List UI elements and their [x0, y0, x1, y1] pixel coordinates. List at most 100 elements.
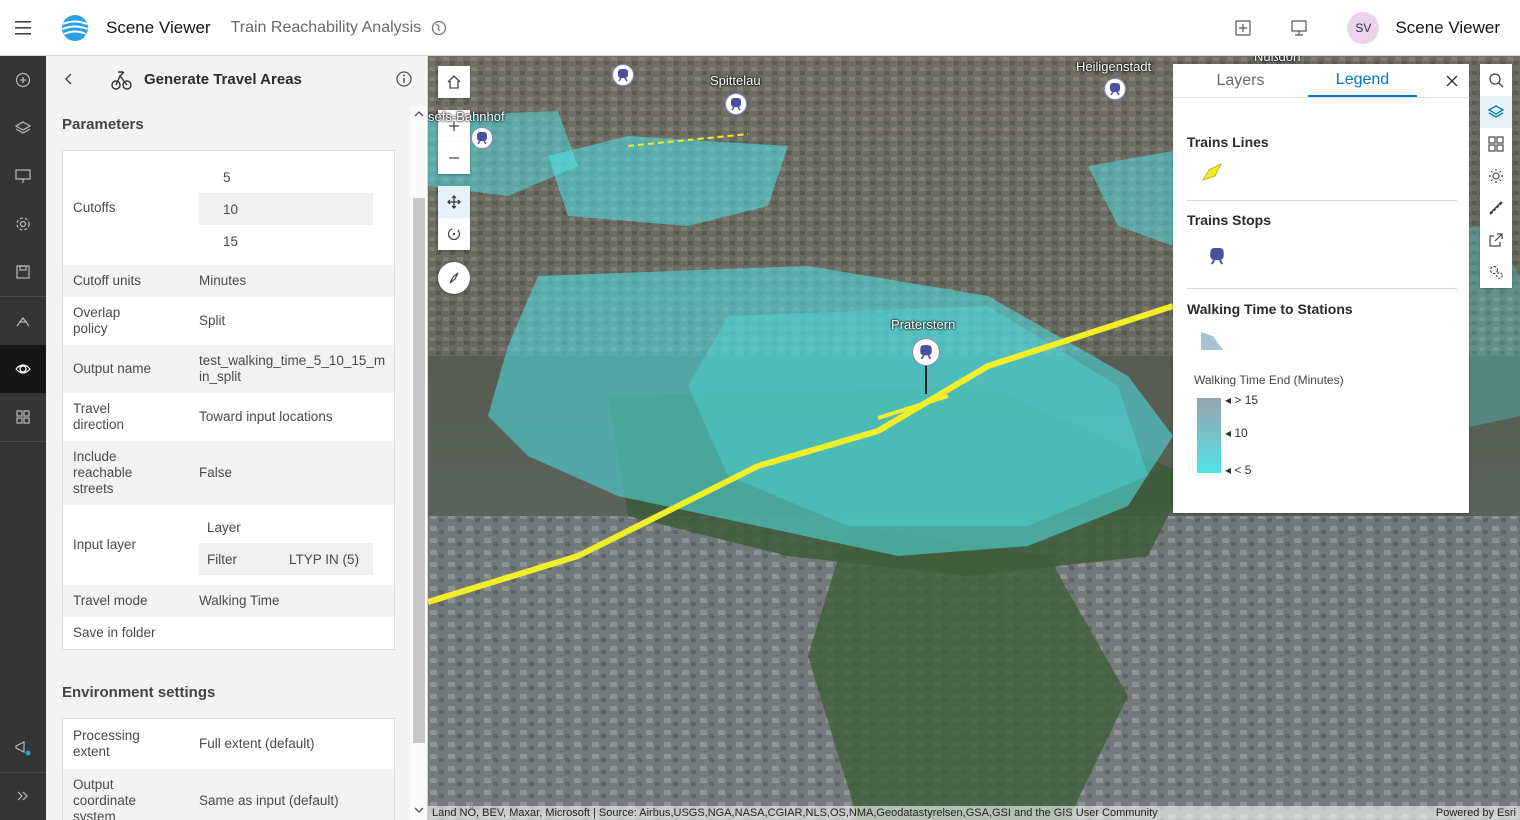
chevron-up-icon[interactable]: [414, 110, 424, 118]
parameters-table: Cutoffs 5 10 15 Cutoff units Minutes Ove…: [62, 150, 395, 650]
color-ramp: [1197, 398, 1221, 473]
hamburger-icon: [15, 21, 31, 35]
legend-title-walking-time: Walking Time to Stations: [1187, 301, 1353, 317]
ramp-label: ◂ < 5: [1225, 463, 1251, 477]
station-label: Praterstern: [891, 317, 955, 332]
minus-icon: [448, 152, 460, 164]
param-value: Split: [199, 297, 394, 345]
param-row-cutoffs: Cutoffs 5 10 15: [63, 151, 394, 265]
cutoff-item[interactable]: 15: [199, 225, 394, 257]
param-label: Travel direction: [63, 393, 199, 441]
param-label: Overlap policy: [63, 297, 199, 345]
action-announcements[interactable]: [0, 724, 46, 772]
basemap-button[interactable]: [1480, 128, 1512, 160]
settings-button[interactable]: [1480, 256, 1512, 288]
legend-title-train-lines: Trains Lines: [1187, 134, 1269, 150]
back-button[interactable]: [46, 56, 92, 102]
panel-scrollbar[interactable]: [410, 106, 428, 820]
train-icon: [919, 344, 933, 360]
daylight-button[interactable]: [1480, 160, 1512, 192]
input-layer-name: Layer: [199, 511, 394, 543]
action-layers[interactable]: [0, 104, 46, 152]
measure-button[interactable]: [1480, 192, 1512, 224]
tab-legend[interactable]: Legend: [1308, 64, 1417, 97]
layers-icon: [15, 120, 31, 136]
action-add[interactable]: [0, 56, 46, 104]
info-icon[interactable]: [395, 70, 413, 88]
ramp-label: ◂ 10: [1225, 426, 1248, 440]
rotate-icon: [446, 226, 462, 242]
input-layer-group: Layer Filter LTYP IN (5): [199, 505, 394, 585]
polygon-symbol-icon: [1199, 328, 1225, 352]
user-name[interactable]: Scene Viewer: [1395, 18, 1500, 38]
action-measure[interactable]: [0, 297, 46, 345]
presentation-icon: [15, 168, 31, 184]
train-stop-marker[interactable]: [912, 338, 940, 366]
share-button[interactable]: [1480, 224, 1512, 256]
train-stop-marker[interactable]: [471, 127, 493, 149]
megaphone-icon: [14, 739, 32, 757]
cutoff-item[interactable]: 10: [199, 193, 373, 225]
station-label: Nußdorf: [1254, 56, 1301, 64]
plus-circle-icon: [15, 72, 31, 88]
user-avatar[interactable]: SV: [1347, 12, 1379, 44]
zoom-out-button[interactable]: [438, 142, 470, 174]
action-slides[interactable]: [0, 152, 46, 200]
train-icon: [617, 68, 629, 82]
gears-icon: [1488, 264, 1504, 280]
param-label: Save in folder: [63, 617, 263, 649]
station-label: sefs-Bahnhof: [428, 109, 505, 124]
action-save[interactable]: [0, 248, 46, 296]
analysis-icon: [15, 313, 31, 329]
presentation-button[interactable]: [1285, 14, 1313, 42]
param-row-input-layer: Input layer Layer Filter LTYP IN (5): [63, 505, 394, 585]
filter-row: Filter LTYP IN (5): [199, 543, 373, 575]
map-attribution: Land NÖ, BEV, Maxar, Microsoft | Source:…: [428, 806, 1520, 820]
travel-areas-icon: [14, 360, 32, 378]
menu-button[interactable]: [0, 0, 46, 56]
train-line-symbol-icon: [1199, 160, 1225, 184]
cutoff-item[interactable]: 5: [199, 161, 394, 193]
train-icon: [1209, 246, 1225, 266]
ruler-icon: [1488, 200, 1504, 216]
param-label: Output name: [63, 345, 199, 393]
param-label: Processing extent: [63, 719, 199, 769]
parameters-heading: Parameters: [46, 116, 427, 138]
train-stop-marker[interactable]: [1104, 78, 1126, 100]
rotate-button[interactable]: [438, 218, 470, 250]
add-button[interactable]: [1229, 14, 1257, 42]
globe-icon[interactable]: [431, 20, 447, 36]
ramp-label: ◂ > 15: [1225, 393, 1258, 407]
expand-button[interactable]: [0, 772, 46, 820]
pan-button[interactable]: [438, 186, 470, 218]
environment-heading: Environment settings: [46, 684, 427, 706]
layers-legend-button[interactable]: [1480, 96, 1512, 128]
panel-header: Generate Travel Areas: [46, 56, 427, 102]
param-row-save-folder: Save in folder: [63, 617, 394, 649]
action-settings[interactable]: [0, 200, 46, 248]
param-value: Full extent (default): [199, 719, 394, 769]
attribution-text: Land NÖ, BEV, Maxar, Microsoft | Source:…: [432, 807, 1158, 819]
train-icon: [730, 97, 742, 111]
action-analysis[interactable]: [0, 345, 46, 393]
param-row-include-streets: Include reachable streets False: [63, 441, 394, 505]
share-icon: [1488, 232, 1504, 248]
scroll-thumb[interactable]: [413, 198, 425, 743]
powered-by[interactable]: Powered by Esri: [1436, 806, 1516, 820]
action-apps[interactable]: [0, 393, 46, 441]
compass-button[interactable]: [438, 262, 470, 294]
home-button[interactable]: [438, 66, 470, 98]
compass-icon: [446, 270, 462, 286]
train-stop-marker[interactable]: [725, 93, 747, 115]
param-value: False: [199, 441, 394, 505]
param-label: Input layer: [63, 505, 199, 585]
train-stop-marker[interactable]: [612, 64, 634, 86]
station-label: Spittelau: [710, 73, 761, 88]
search-button[interactable]: [1480, 64, 1512, 96]
right-action-strip: [1480, 64, 1512, 288]
close-icon[interactable]: [1443, 72, 1461, 90]
app-logo-icon: [60, 13, 90, 43]
tab-layers[interactable]: Layers: [1173, 64, 1308, 97]
param-label: Include reachable streets: [63, 441, 199, 505]
chevron-down-icon[interactable]: [414, 806, 424, 814]
